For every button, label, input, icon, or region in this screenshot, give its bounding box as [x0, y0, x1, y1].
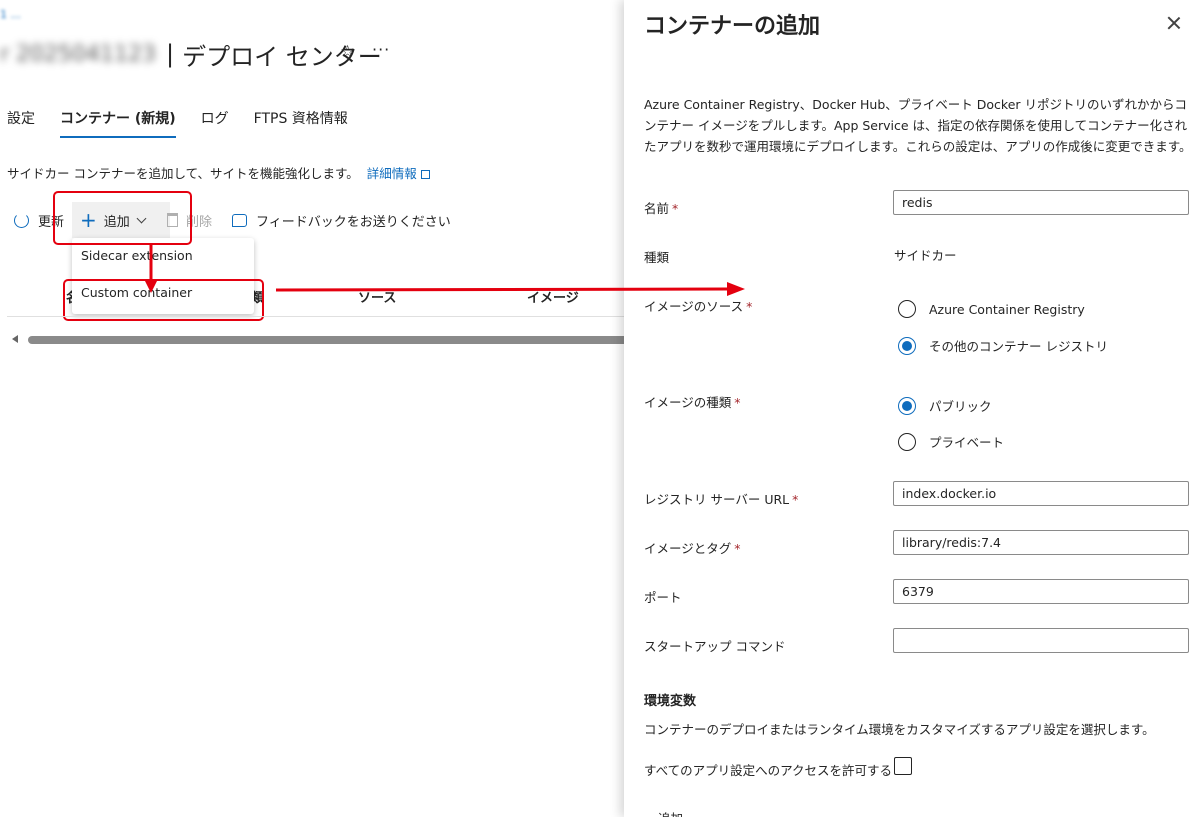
name-label-text: 名前 [644, 201, 670, 216]
required-marker: * [746, 299, 753, 314]
required-marker: * [792, 492, 799, 507]
close-icon[interactable] [1165, 14, 1183, 32]
radio-label: パブリック [929, 399, 992, 414]
radio-circle-selected [898, 396, 916, 415]
refresh-icon [14, 212, 29, 228]
radio-circle-selected [898, 336, 916, 355]
radio-label: プライベート [929, 435, 1005, 450]
add-env-button[interactable]: 追加 [658, 808, 683, 817]
column-header-image[interactable]: イメージ [527, 287, 579, 306]
highlight-add-button [53, 191, 192, 245]
image-type-label: イメージの種類 * [644, 392, 741, 411]
image-source-label-text: イメージのソース [644, 299, 744, 314]
more-options-icon[interactable]: ··· [372, 40, 390, 59]
radio-private[interactable]: プライベート [898, 432, 1004, 451]
menu-item-sidecar-extension[interactable]: Sidecar extension [81, 248, 193, 263]
highlight-custom-container [63, 279, 264, 321]
required-marker: * [734, 541, 741, 556]
registry-url-label-text: レジストリ サーバー URL [644, 492, 790, 507]
favorite-star-icon[interactable]: ☆ [340, 42, 355, 62]
description-text: サイドカー コンテナーを追加して、サイトを機能強化します。 [7, 166, 359, 181]
allow-all-settings-checkbox[interactable] [894, 757, 912, 775]
port-label: ポート [644, 590, 682, 605]
startup-command-label: スタートアップ コマンド [644, 639, 786, 654]
tab-ftps-credentials[interactable]: FTPS 資格情報 [254, 108, 348, 138]
image-tag-input[interactable] [893, 530, 1189, 555]
radio-circle [898, 432, 916, 451]
radio-public[interactable]: パブリック [898, 396, 992, 415]
port-input[interactable] [893, 579, 1189, 604]
horizontal-scrollbar[interactable] [28, 336, 628, 344]
name-input[interactable] [893, 190, 1189, 215]
env-section-description: コンテナーのデプロイまたはランタイム環境をカスタマイズするアプリ設定を選択します… [644, 722, 1155, 737]
registry-url-label: レジストリ サーバー URL * [644, 489, 798, 508]
image-source-label: イメージのソース * [644, 296, 752, 315]
external-link-icon [420, 170, 430, 179]
tab-containers[interactable]: コンテナー (新規) [60, 108, 176, 138]
radio-circle [898, 300, 916, 318]
required-marker: * [672, 201, 679, 216]
page-title: r 2025041123 | デプロイ センター [0, 36, 382, 72]
allow-all-settings-label: すべてのアプリ設定へのアクセスを許可する [644, 763, 893, 778]
learn-more-link[interactable]: 詳細情報 [367, 166, 417, 181]
feedback-button[interactable]: フィードバックをお送りください [232, 208, 451, 232]
tab-settings[interactable]: 設定 [7, 108, 35, 138]
tab-bar: 設定 コンテナー (新規) ログ FTPS 資格情報 [7, 108, 373, 138]
registry-url-input[interactable] [893, 481, 1189, 506]
feedback-icon [232, 213, 247, 227]
required-marker: * [734, 395, 741, 410]
name-label: 名前 * [644, 198, 678, 217]
scroll-left-arrow-icon[interactable] [12, 335, 18, 343]
column-header-source[interactable]: ソース [358, 287, 396, 306]
startup-command-input[interactable] [893, 628, 1189, 653]
feedback-label: フィードバックをお送りください [256, 214, 451, 230]
radio-label: その他のコンテナー レジストリ [929, 339, 1108, 354]
radio-other-registry[interactable]: その他のコンテナー レジストリ [898, 336, 1108, 355]
resource-name-blurred: r 2025041123 [0, 41, 157, 67]
image-tag-label: イメージとタグ * [644, 538, 741, 557]
kind-label: 種類 [644, 250, 670, 265]
image-type-label-text: イメージの種類 [644, 395, 732, 410]
panel-title: コンテナーの追加 [644, 14, 821, 39]
table-divider [7, 316, 624, 317]
title-separator: | [166, 40, 175, 68]
add-container-panel: コンテナーの追加 Azure Container Registry、Docker… [624, 0, 1200, 817]
containers-description: サイドカー コンテナーを追加して、サイトを機能強化します。 詳細情報 [7, 163, 430, 182]
kind-value: サイドカー [894, 248, 957, 263]
env-section-title: 環境変数 [644, 694, 697, 709]
panel-description: Azure Container Registry、Docker Hub、プライベ… [644, 97, 1192, 154]
tab-logs[interactable]: ログ [201, 108, 229, 138]
radio-azure-container-registry[interactable]: Azure Container Registry [898, 300, 1085, 318]
image-tag-label-text: イメージとタグ [644, 541, 732, 556]
radio-label: Azure Container Registry [929, 301, 1085, 317]
breadcrumb[interactable]: 1 ... [0, 8, 21, 21]
